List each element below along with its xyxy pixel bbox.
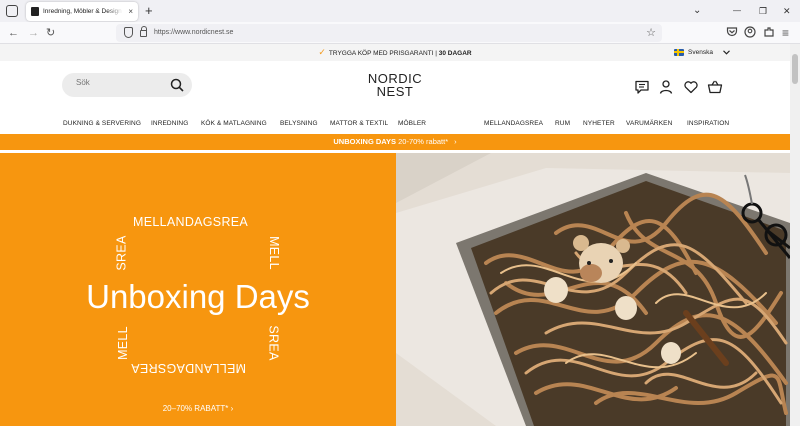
forward-button[interactable]: → — [28, 25, 39, 41]
language-label: Svenska — [688, 49, 713, 56]
ring-text-left-bottom: MELL — [115, 326, 130, 360]
bookmark-star-icon[interactable]: ☆ — [646, 24, 656, 42]
chevron-down-icon — [722, 50, 730, 55]
new-tab-button[interactable]: + — [145, 2, 153, 20]
account-icon[interactable] — [744, 26, 756, 38]
promo-bold: 30 DAGAR — [438, 50, 472, 57]
ring-text-bottom: MELLANDAGSREA — [131, 361, 247, 375]
hero-banner[interactable]: MELLANDAGSREA MELLANDAGSREA SREA MELL ME… — [0, 153, 790, 426]
nav-item-nyheter[interactable]: NYHETER — [583, 113, 615, 134]
nav-item-varumarken[interactable]: VARUMÄRKEN — [626, 113, 672, 134]
site-logo[interactable]: NORDIC NEST — [364, 72, 426, 98]
tab-list-icon[interactable] — [6, 5, 18, 17]
promo-bar: ✓ TRYGGA KÖP MED PRISGARANTI | 30 DAGAR S… — [0, 44, 790, 61]
hero-left-panel[interactable]: MELLANDAGSREA MELLANDAGSREA SREA MELL ME… — [0, 153, 396, 426]
tab-title: Inredning, Möbler & Design en — [43, 8, 123, 15]
close-window-button[interactable]: ✕ — [783, 3, 791, 19]
nav-item-inspiration[interactable]: INSPIRATION — [687, 113, 729, 134]
language-selector[interactable]: Svenska — [674, 44, 730, 61]
search-box[interactable] — [62, 73, 192, 97]
cart-icon[interactable] — [707, 79, 723, 95]
minimize-button[interactable]: — — [733, 3, 741, 19]
pocket-icon[interactable] — [726, 26, 738, 38]
hero-title: Unboxing Days — [86, 278, 310, 315]
browser-tab[interactable]: Inredning, Möbler & Design en × — [26, 2, 138, 21]
site-header: NORDIC NEST — [0, 61, 790, 113]
sweden-flag-icon — [674, 48, 684, 56]
ring-text-left-top: SREA — [114, 235, 129, 271]
chat-icon[interactable] — [634, 79, 650, 95]
extensions-icon[interactable] — [763, 26, 775, 38]
lock-icon[interactable] — [140, 26, 147, 37]
unboxing-photo — [396, 153, 790, 426]
browser-nav-bar: ← → ↻ https://www.nordicnest.se ☆ ≡ — [0, 22, 800, 44]
strip-title: UNBOXING DAYS — [333, 137, 397, 146]
user-icon[interactable] — [658, 79, 674, 95]
promo-text: TRYGGA KÖP MED PRISGARANTI | — [328, 50, 439, 57]
ring-text-right-bottom: SREA — [266, 325, 281, 361]
ring-text-right-top: MELL — [266, 236, 281, 270]
tab-overflow-button[interactable]: ⌄ — [693, 3, 701, 19]
category-nav: DUKNING & SERVERING INREDNING KÖK & MATL… — [0, 113, 790, 134]
nav-item-mattor[interactable]: MATTOR & TEXTIL — [330, 113, 388, 134]
nav-item-inredning[interactable]: INREDNING — [151, 113, 188, 134]
strip-text: 20-70% rabatt* — [396, 137, 449, 146]
shield-icon[interactable] — [124, 27, 133, 38]
heart-icon[interactable] — [683, 79, 699, 95]
check-icon: ✓ — [318, 47, 326, 57]
nav-item-mellandagsrea[interactable]: MELLANDAGSREA — [484, 113, 543, 134]
hero-cta-link[interactable]: 20–70% RABATT* › — [0, 404, 396, 413]
nav-item-mobler[interactable]: MÖBLER — [398, 113, 426, 134]
address-bar[interactable]: https://www.nordicnest.se ☆ — [116, 24, 662, 42]
url-text[interactable]: https://www.nordicnest.se — [154, 24, 233, 42]
app-menu-button[interactable]: ≡ — [782, 25, 789, 41]
nav-item-kok[interactable]: KÖK & MATLAGNING — [201, 113, 267, 134]
strip-arrow-icon: › — [454, 137, 457, 146]
ring-text-top: MELLANDAGSREA — [133, 215, 249, 229]
page-scrollbar[interactable] — [790, 44, 800, 426]
nav-item-dukning[interactable]: DUKNING & SERVERING — [63, 113, 141, 134]
restore-button[interactable]: ❐ — [759, 3, 767, 19]
hero-product-image[interactable] — [396, 153, 790, 426]
scrollbar-thumb[interactable] — [792, 54, 798, 84]
back-button[interactable]: ← — [8, 25, 19, 41]
favicon-icon — [31, 7, 39, 16]
tab-close-button[interactable]: × — [128, 2, 133, 21]
search-input[interactable] — [76, 78, 166, 87]
reload-button[interactable]: ↻ — [46, 25, 55, 41]
nav-item-rum[interactable]: RUM — [555, 113, 570, 134]
browser-tab-bar: Inredning, Möbler & Design en × + ⌄ — ❐ … — [0, 0, 800, 22]
search-icon[interactable] — [170, 78, 184, 92]
campaign-strip[interactable]: UNBOXING DAYS 20-70% rabatt* › — [0, 134, 790, 150]
nav-item-belysning[interactable]: BELYSNING — [280, 113, 318, 134]
logo-line2: NEST — [376, 84, 414, 99]
